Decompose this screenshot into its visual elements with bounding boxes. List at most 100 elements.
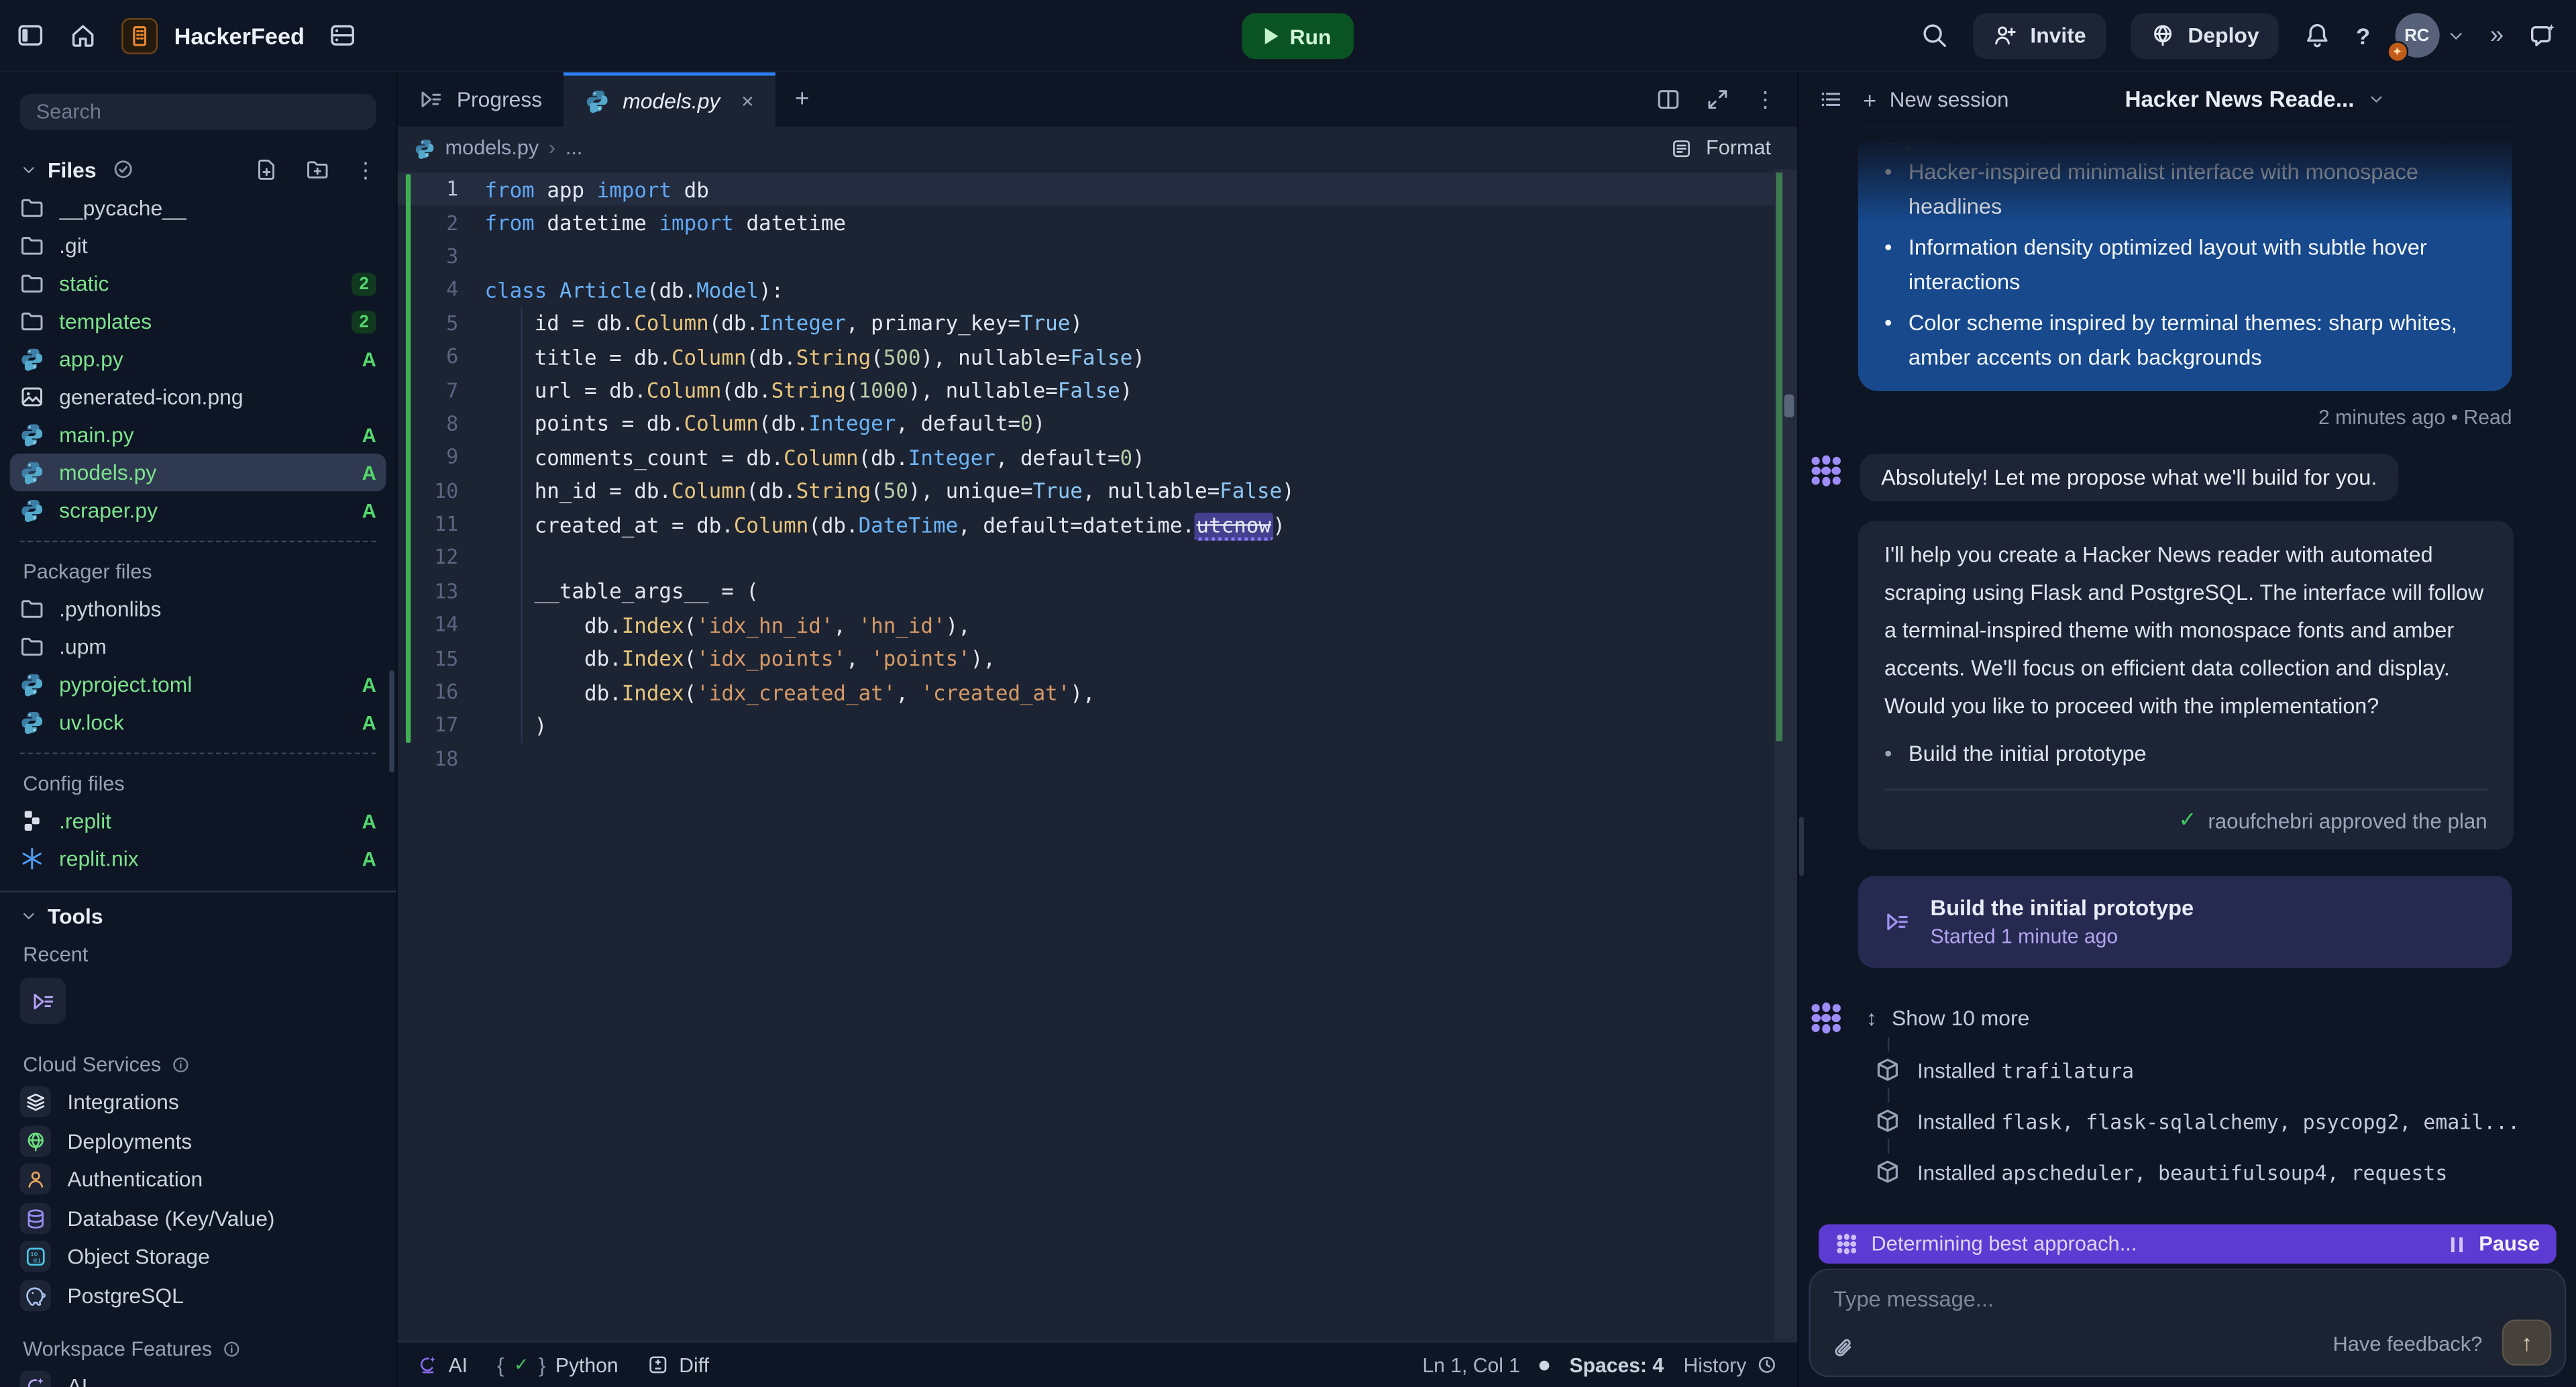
notifications-icon[interactable] bbox=[2304, 21, 2332, 50]
tool-item[interactable]: Deployments bbox=[0, 1121, 396, 1160]
search-placeholder: Search bbox=[36, 100, 101, 123]
help-icon[interactable]: ? bbox=[2356, 22, 2370, 48]
file-row[interactable]: .git bbox=[0, 227, 396, 264]
diff-status-item[interactable]: Diff bbox=[648, 1353, 709, 1376]
editor-menu-icon[interactable]: ⋮ bbox=[1755, 89, 1776, 110]
chevron-down-icon[interactable] bbox=[2446, 25, 2465, 45]
file-row[interactable]: templates 2 bbox=[0, 303, 396, 340]
new-folder-icon[interactable] bbox=[305, 157, 329, 181]
recent-agent-button[interactable] bbox=[19, 978, 66, 1024]
file-row[interactable]: generated-icon.png bbox=[0, 378, 396, 415]
chevron-down-icon[interactable] bbox=[2367, 91, 2385, 109]
cursor-position[interactable]: Ln 1, Col 1 bbox=[1422, 1353, 1520, 1376]
breadcrumb-separator: › bbox=[549, 136, 555, 159]
new-file-icon[interactable] bbox=[255, 157, 279, 181]
chat-scrollbar[interactable] bbox=[1799, 817, 1804, 876]
agent-status-text: Determining best approach... bbox=[1871, 1233, 2137, 1255]
search-input[interactable]: Search bbox=[19, 94, 376, 130]
new-tab-icon[interactable]: + bbox=[795, 85, 809, 113]
file-row[interactable]: main.py A bbox=[0, 416, 396, 454]
task-card[interactable]: Build the initial prototype Started 1 mi… bbox=[1858, 876, 2512, 968]
file-name: scraper.py bbox=[59, 498, 347, 523]
file-row[interactable]: static 2 bbox=[0, 264, 396, 302]
file-row[interactable]: .pythonlibs bbox=[0, 590, 396, 627]
expand-editor-icon[interactable] bbox=[1705, 87, 1730, 112]
message-input[interactable]: Type message... Have feedback? ↑ bbox=[1809, 1269, 2566, 1378]
deploy-button[interactable]: Deploy bbox=[2131, 12, 2279, 58]
file-status-badge: 2 bbox=[352, 310, 376, 333]
tab-progress[interactable]: Progress bbox=[398, 72, 564, 127]
home-icon[interactable] bbox=[69, 21, 97, 50]
file-row[interactable]: __pycache__ bbox=[0, 189, 396, 227]
split-editor-icon[interactable] bbox=[1656, 87, 1681, 112]
language-status-item[interactable]: {✓} Python bbox=[497, 1353, 619, 1376]
info-icon[interactable] bbox=[222, 1339, 241, 1359]
code-editor[interactable]: 1from app import db2from datetime import… bbox=[398, 169, 1798, 1341]
sidebar-scrollbar[interactable] bbox=[389, 670, 394, 772]
installed-item[interactable]: Installed flask, flask-sqlalchemy, psyco… bbox=[1874, 1105, 2576, 1137]
file-row[interactable]: replit.nix A bbox=[0, 839, 396, 877]
files-menu-icon[interactable]: ⋮ bbox=[355, 158, 376, 180]
git-added-gutter bbox=[406, 174, 411, 743]
ai-status-item[interactable]: AI bbox=[417, 1353, 468, 1376]
files-header[interactable]: Files ⋮ bbox=[0, 150, 396, 189]
search-icon[interactable] bbox=[1920, 21, 1948, 50]
installed-item[interactable]: Installed trafilatura bbox=[1874, 1054, 2576, 1086]
pause-button[interactable]: Pause bbox=[2479, 1233, 2540, 1255]
file-row[interactable]: pyproject.toml A bbox=[0, 666, 396, 703]
devices-icon[interactable] bbox=[329, 21, 358, 50]
tool-item[interactable]: PostgreSQL bbox=[0, 1276, 396, 1315]
file-row[interactable]: uv.lock A bbox=[0, 703, 396, 741]
assistant-chat-icon[interactable] bbox=[2528, 21, 2557, 50]
agent-message-list[interactable]: Style: • Hacker-inspired minimalist inte… bbox=[1799, 127, 2576, 1225]
editor-scrollbar[interactable] bbox=[1774, 169, 1797, 1341]
collapse-panel-icon[interactable]: » bbox=[2490, 21, 2504, 50]
account-menu[interactable]: RC ✦ bbox=[2395, 13, 2465, 58]
tool-item[interactable]: AI bbox=[0, 1368, 396, 1387]
file-type-icon bbox=[19, 672, 44, 697]
tool-item[interactable]: 1001 Object Storage bbox=[0, 1237, 396, 1276]
sessions-list-icon[interactable] bbox=[1819, 87, 1843, 112]
tool-icon: 1001 bbox=[24, 1245, 46, 1268]
sidebar-toggle-icon[interactable] bbox=[16, 21, 44, 50]
invite-person-icon bbox=[1992, 23, 2017, 48]
send-button[interactable]: ↑ bbox=[2502, 1320, 2551, 1366]
new-session-plus-icon[interactable]: + bbox=[1863, 87, 1876, 113]
info-icon[interactable] bbox=[171, 1055, 191, 1074]
installed-item[interactable]: Installed apscheduler, beautifulsoup4, r… bbox=[1874, 1155, 2576, 1188]
close-tab-icon[interactable]: × bbox=[741, 89, 754, 113]
scrollbar-git-indicator bbox=[1776, 172, 1782, 741]
scrollbar-thumb[interactable] bbox=[1784, 395, 1794, 417]
new-session-button[interactable]: New session bbox=[1890, 87, 2009, 112]
file-name: .git bbox=[59, 234, 376, 258]
file-row[interactable]: models.py A bbox=[10, 454, 386, 491]
file-row[interactable]: .replit A bbox=[0, 802, 396, 839]
run-button[interactable]: Run bbox=[1242, 13, 1354, 60]
cloud-services-header: Cloud Services bbox=[0, 1047, 396, 1083]
feedback-link[interactable]: Have feedback? bbox=[2332, 1333, 2482, 1355]
app-title[interactable]: HackerFeed bbox=[174, 22, 305, 48]
plan-bullet: • Hacker-inspired minimalist interface w… bbox=[1884, 154, 2485, 223]
breadcrumb-more[interactable]: ... bbox=[566, 136, 583, 159]
file-row[interactable]: scraper.py A bbox=[0, 491, 396, 529]
history-button[interactable]: History bbox=[1684, 1353, 1778, 1376]
invite-button[interactable]: Invite bbox=[1973, 12, 2106, 58]
breadcrumb-file[interactable]: models.py bbox=[445, 136, 539, 159]
indent-setting[interactable]: Spaces: 4 bbox=[1570, 1353, 1664, 1376]
session-title[interactable]: Hacker News Reade... bbox=[2125, 87, 2355, 112]
tools-header[interactable]: Tools bbox=[0, 896, 396, 935]
message-meta[interactable]: 2 minutes ago • Read bbox=[1799, 406, 2512, 429]
tool-item[interactable]: Database (Key/Value) bbox=[0, 1199, 396, 1238]
file-row[interactable]: app.py A bbox=[0, 340, 396, 378]
format-button[interactable]: Format bbox=[1706, 136, 1771, 159]
approval-text: raoufchebri approved the plan bbox=[2208, 808, 2487, 833]
files-title: Files bbox=[48, 157, 97, 182]
file-row[interactable]: .upm bbox=[0, 628, 396, 666]
tab-models-py[interactable]: models.py × bbox=[564, 72, 775, 127]
app-icon[interactable] bbox=[121, 17, 158, 54]
show-more-button[interactable]: Show 10 more bbox=[1892, 1006, 2029, 1031]
attach-icon[interactable] bbox=[1830, 1336, 1855, 1361]
tool-item[interactable]: Authentication bbox=[0, 1160, 396, 1199]
code-lines[interactable]: 1from app import db2from datetime import… bbox=[398, 172, 1798, 776]
tool-item[interactable]: Integrations bbox=[0, 1083, 396, 1122]
